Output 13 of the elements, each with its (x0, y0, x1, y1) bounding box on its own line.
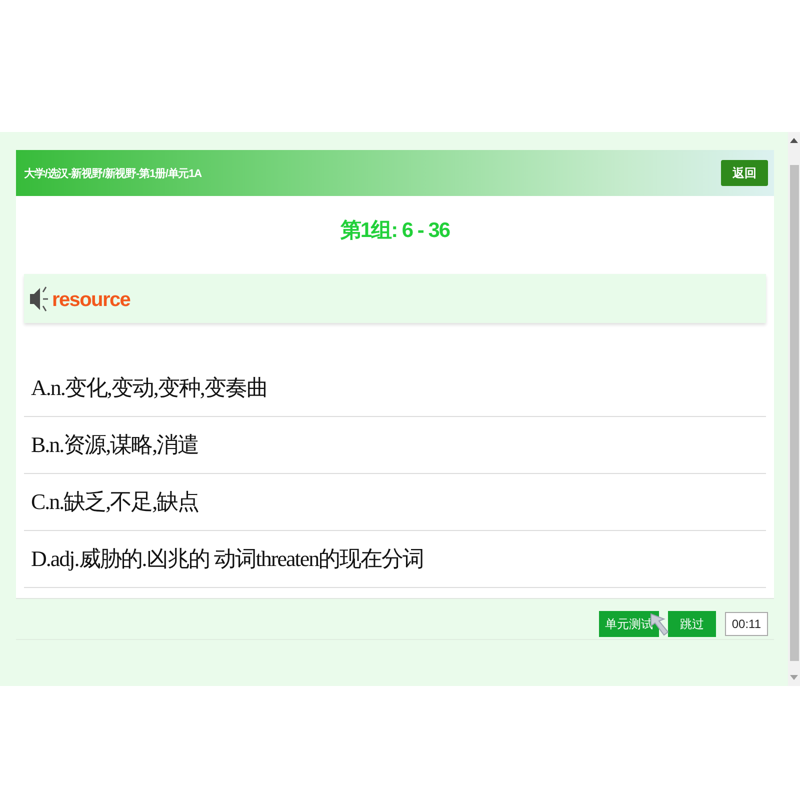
answer-option[interactable]: A.n.变化,变动,变种,变奏曲 (24, 360, 766, 417)
scroll-down-icon[interactable] (790, 675, 798, 680)
scrollbar[interactable] (788, 132, 800, 686)
scroll-up-icon[interactable] (790, 138, 798, 143)
timer: 00:11 (724, 612, 768, 636)
group-title: 第1组: 6 - 36 (340, 218, 450, 244)
answer-option[interactable]: C.n.缺乏,不足,缺点 (24, 474, 766, 531)
breadcrumb: 大学/选汉-新视野/新视野-第1册/单元1A (24, 166, 202, 180)
word-text: resource (52, 289, 130, 312)
scrollbar-thumb[interactable] (790, 165, 798, 661)
answer-option[interactable]: D.adj.威胁的.凶兆的 动词threaten的现在分词 (24, 531, 766, 588)
answer-option[interactable]: B.n.资源,谋略,消遣 (24, 417, 766, 474)
back-button[interactable]: 返回 (721, 160, 768, 186)
